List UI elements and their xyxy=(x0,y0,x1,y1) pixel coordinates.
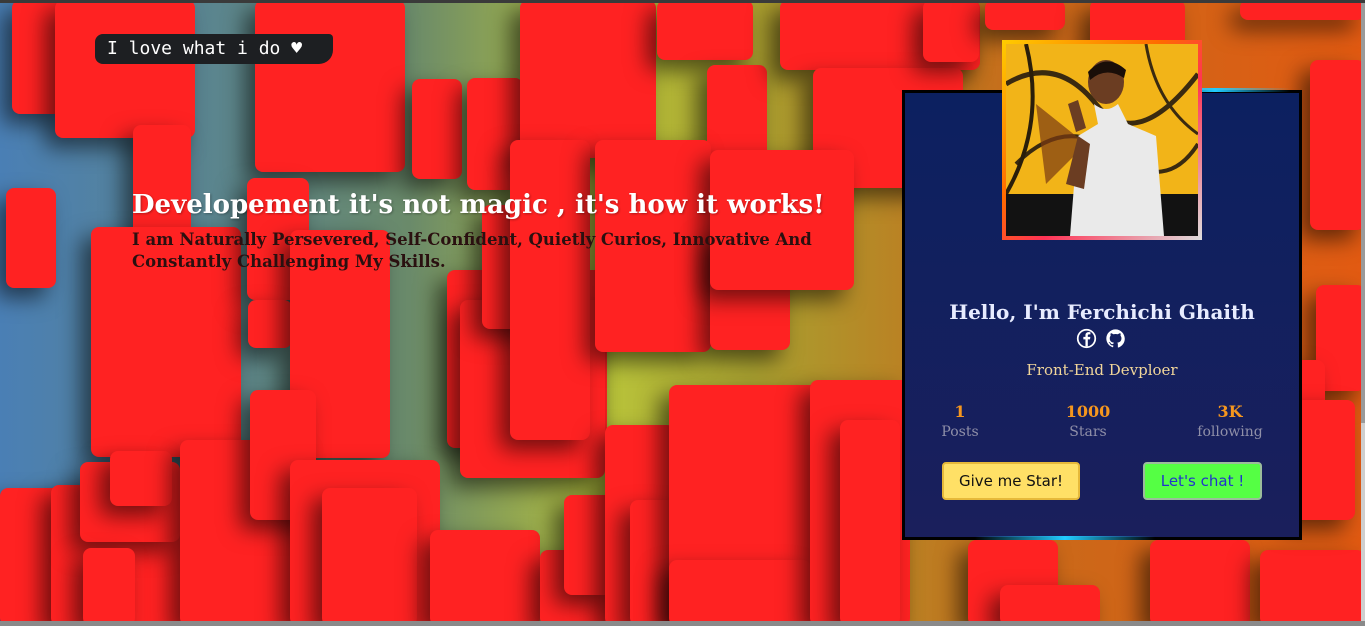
background-tile xyxy=(255,0,405,172)
horizontal-scrollbar[interactable] xyxy=(0,621,1365,626)
background-tile xyxy=(1000,585,1100,626)
github-icon[interactable] xyxy=(1105,328,1126,349)
background-tile xyxy=(520,0,656,158)
background-tile xyxy=(55,0,195,138)
stat-posts: 1 Posts xyxy=(905,402,1015,442)
tagline-badge: I love what i do ♥ xyxy=(95,34,333,64)
stat-label: Posts xyxy=(941,424,979,440)
background-tile xyxy=(669,560,811,626)
background-tile xyxy=(510,140,590,440)
background-tile xyxy=(1260,550,1365,626)
social-links xyxy=(1076,328,1126,349)
background-tile xyxy=(923,0,979,62)
background-tile xyxy=(83,548,135,626)
stat-value: 1 xyxy=(954,402,966,421)
facebook-icon[interactable] xyxy=(1076,328,1097,349)
stat-stars: 1000 Stars xyxy=(1033,402,1143,442)
background-tile xyxy=(322,488,417,626)
background-tile xyxy=(430,530,540,626)
vertical-scrollbar[interactable] xyxy=(1361,3,1365,621)
give-star-button[interactable]: Give me Star! xyxy=(942,462,1080,500)
avatar xyxy=(1006,44,1198,236)
background-tile xyxy=(6,188,56,288)
hero-headline: Developement it's not magic , it's how i… xyxy=(132,190,825,220)
background-tile xyxy=(412,79,462,179)
background-tile xyxy=(248,300,292,348)
browser-top-edge xyxy=(0,0,1365,3)
background-tile xyxy=(1240,0,1365,20)
stat-value: 1000 xyxy=(1065,402,1111,421)
profile-role: Front-End Devploer xyxy=(1026,361,1178,379)
background-tile xyxy=(657,0,753,60)
lets-chat-button[interactable]: Let's chat ! xyxy=(1143,462,1262,500)
avatar-frame xyxy=(1002,40,1202,240)
card-glow-bottom xyxy=(975,536,1155,540)
hero-subline: I am Naturally Persevered, Self-Confiden… xyxy=(132,230,812,271)
background-tile xyxy=(840,420,900,626)
background-tile xyxy=(1150,540,1250,626)
stat-following: 3K following xyxy=(1175,402,1285,442)
background-tile xyxy=(1310,60,1365,230)
stat-label: following xyxy=(1197,424,1263,440)
stat-value: 3K xyxy=(1217,402,1243,421)
stat-label: Stars xyxy=(1069,424,1107,440)
profile-name: Hello, I'm Ferchichi Ghaith xyxy=(949,300,1255,324)
background-tile xyxy=(985,0,1065,30)
scrollbar-thumb[interactable] xyxy=(1361,3,1365,423)
background-tile xyxy=(110,451,172,506)
